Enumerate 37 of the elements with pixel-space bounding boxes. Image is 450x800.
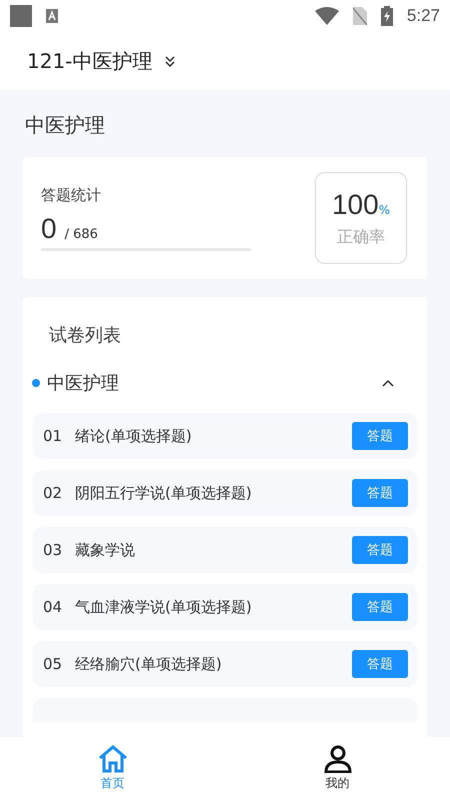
percent-sign: %: [378, 202, 390, 216]
exam-name: 气血津液学说(单项选择题): [75, 598, 253, 616]
list-title: 试卷列表: [48, 324, 122, 347]
exam-name: 藏象学说: [75, 540, 136, 560]
clock-time: 5:27: [406, 6, 440, 26]
accuracy-label: 正确率: [337, 226, 385, 248]
exam-number: 03: [43, 541, 64, 559]
exam-number: 04: [43, 598, 64, 616]
wifi-icon: [314, 7, 339, 25]
exam-row[interactable]: 03 藏象学说 答题: [33, 527, 417, 573]
app-icon: [10, 5, 32, 27]
user-icon: [324, 745, 352, 773]
chevron-icon[interactable]: [381, 378, 395, 388]
total-count: / 686: [64, 226, 98, 242]
exam-name: 经络腧穴(单项选择题): [75, 654, 223, 674]
home-icon: [98, 745, 128, 773]
exam-row[interactable]: 01 绪论(单项选择题) 答题: [33, 413, 417, 459]
tab-item[interactable]: 我的: [225, 737, 450, 800]
page-title: 中医护理: [25, 112, 106, 139]
exam-row[interactable]: 05 经络腧穴(单项选择题) 答题: [33, 641, 417, 687]
exam-name: 阴阳五行学说(单项选择题): [75, 484, 253, 502]
battery-icon: [380, 6, 393, 26]
double-chevron-icon[interactable]: [164, 55, 176, 67]
keyboard-icon: [46, 9, 58, 23]
exam-row[interactable]: 04 气血津液学说(单项选择题) 答题: [33, 584, 417, 630]
course-title: 121-中医护理: [27, 48, 152, 74]
exam-row[interactable]: 02 阴阳五行学说(单项选择题) 答题: [33, 470, 417, 516]
stats-label: 答题统计: [41, 186, 102, 204]
exam-number: 01: [43, 427, 64, 445]
exam-name: 绪论(单项选择题): [75, 426, 193, 446]
section-name: 中医护理: [47, 372, 120, 395]
accuracy-value: 100: [332, 188, 379, 220]
exam-number: 05: [43, 655, 64, 673]
exam-number: 02: [43, 484, 64, 502]
section-dot-icon: [32, 379, 40, 387]
no-sim-icon: [352, 7, 367, 25]
answered-count: 0: [41, 212, 57, 244]
